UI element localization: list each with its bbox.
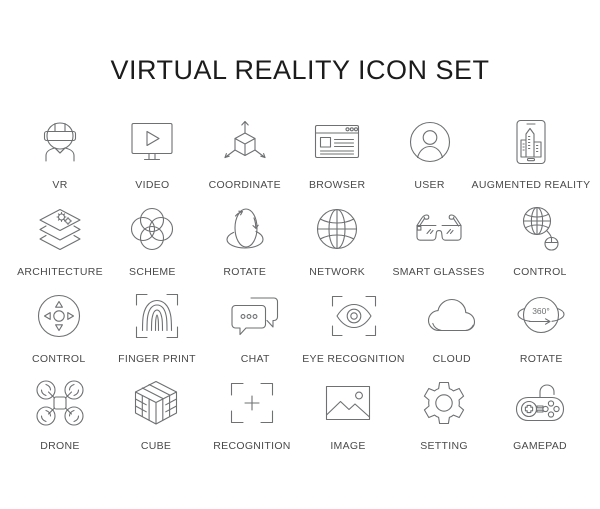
icon-grid: VR VIDEO COORDINATE BROWSER USER AUGMENT…: [0, 116, 600, 452]
icon-label: CLOUD: [432, 353, 471, 365]
cloud-icon: [424, 290, 480, 342]
icon-cell-cube[interactable]: CUBE: [110, 377, 202, 452]
icon-cell-video[interactable]: VIDEO: [106, 116, 198, 191]
icon-label: ROTATE: [519, 353, 563, 365]
setting-gear-icon: [416, 377, 472, 429]
gamepad-controller-icon: [512, 377, 568, 429]
architecture-layers-gears-icon: [32, 203, 88, 255]
icon-label: AUGMENTED REALITY: [471, 179, 591, 191]
icon-label: COORDINATE: [208, 179, 281, 191]
icon-label: SCHEME: [129, 266, 176, 278]
icon-cell-setting[interactable]: SETTING: [398, 377, 490, 452]
icon-cell-rotate-ellipse[interactable]: ROTATE: [199, 203, 291, 278]
icon-cell-smart-glasses[interactable]: SMART GLASSES: [384, 203, 494, 278]
coordinate-axes-cube-icon: [217, 116, 273, 168]
icon-label: NETWORK: [309, 266, 366, 278]
icon-label: SMART GLASSES: [392, 266, 485, 278]
icon-label: GAMEPAD: [513, 440, 567, 452]
icon-row-1: VR VIDEO COORDINATE BROWSER USER AUGMENT…: [14, 116, 590, 191]
control-dpad-icon: [31, 290, 87, 342]
augmented-reality-phone-icon: [503, 116, 559, 168]
icon-cell-rotate-360[interactable]: 360° ROTATE: [497, 290, 587, 365]
icon-cell-scheme[interactable]: SCHEME: [106, 203, 198, 278]
icon-label: RECOGNITION: [213, 440, 291, 452]
icon-label: USER: [414, 179, 445, 191]
icon-cell-architecture[interactable]: ARCHITECTURE: [14, 203, 106, 278]
icon-cell-augmented-reality[interactable]: AUGMENTED REALITY: [472, 116, 590, 191]
rotate-ellipse-arrows-icon: [217, 203, 273, 255]
icon-cell-browser[interactable]: BROWSER: [291, 116, 383, 191]
icon-label: CHAT: [240, 353, 270, 365]
icon-set-page: VIRTUAL REALITY ICON SET VR VIDEO COORDI…: [0, 0, 600, 509]
icon-cell-user[interactable]: USER: [384, 116, 476, 191]
icon-label: ARCHITECTURE: [17, 266, 103, 278]
icon-label: FINGER PRINT: [118, 353, 196, 365]
icon-cell-recognition[interactable]: RECOGNITION: [206, 377, 298, 452]
browser-window-icon: [309, 116, 365, 168]
icon-label: ROTATE: [223, 266, 267, 278]
network-globe-icon: [309, 203, 365, 255]
chat-bubbles-icon: [227, 290, 283, 342]
icon-cell-image[interactable]: IMAGE: [302, 377, 394, 452]
smart-glasses-icon: [411, 203, 467, 255]
drone-quadcopter-icon: [32, 377, 88, 429]
user-avatar-circle-icon: [402, 116, 458, 168]
icon-cell-finger-print[interactable]: FINGER PRINT: [104, 290, 211, 365]
icon-cell-chat[interactable]: CHAT: [211, 290, 301, 365]
icon-cell-gamepad[interactable]: GAMEPAD: [494, 377, 586, 452]
icon-label: VR: [52, 179, 68, 191]
cube-rubik-icon: [128, 377, 184, 429]
icon-cell-coordinate[interactable]: COORDINATE: [199, 116, 291, 191]
vr-headset-person-icon: [32, 116, 88, 168]
icon-label: BROWSER: [308, 179, 366, 191]
page-title: VIRTUAL REALITY ICON SET: [110, 55, 490, 85]
icon-row-4: DRONE CUBE RECOGNITION IMAGE SETTING GAM…: [14, 377, 586, 452]
icon-label: SETTING: [420, 440, 468, 452]
icon-row-2: ARCHITECTURE SCHEME ROTATE NETWORK SMART…: [14, 203, 586, 278]
video-monitor-play-icon: [124, 116, 180, 168]
icon-label: CUBE: [140, 440, 172, 452]
control-globe-mouse-icon: [512, 203, 568, 255]
rotate-360-label: 360°: [532, 306, 550, 316]
icon-cell-eye-recognition[interactable]: EYE RECOGNITION: [300, 290, 407, 365]
icon-cell-drone[interactable]: DRONE: [14, 377, 106, 452]
icon-label: IMAGE: [330, 440, 366, 452]
icon-label: CONTROL: [32, 353, 86, 365]
rotate-360-icon: 360°: [513, 290, 569, 342]
icon-label: VIDEO: [135, 179, 170, 191]
fingerprint-scan-icon: [129, 290, 185, 342]
icon-cell-cloud[interactable]: CLOUD: [407, 290, 497, 365]
icon-label: DRONE: [40, 440, 80, 452]
scheme-four-circles-icon: [124, 203, 180, 255]
icon-cell-control-globe[interactable]: CONTROL: [494, 203, 586, 278]
image-picture-icon: [320, 377, 376, 429]
eye-recognition-scan-icon: [326, 290, 382, 342]
icon-cell-network[interactable]: NETWORK: [291, 203, 383, 278]
icon-label: EYE RECOGNITION: [302, 353, 405, 365]
icon-label: CONTROL: [513, 266, 567, 278]
icon-cell-vr[interactable]: VR: [14, 116, 106, 191]
recognition-crosshair-icon: [224, 377, 280, 429]
icon-cell-control-dpad[interactable]: CONTROL: [14, 290, 104, 365]
icon-row-3: CONTROL FINGER PRINT CHAT EYE RECOGNITIO…: [14, 290, 586, 365]
